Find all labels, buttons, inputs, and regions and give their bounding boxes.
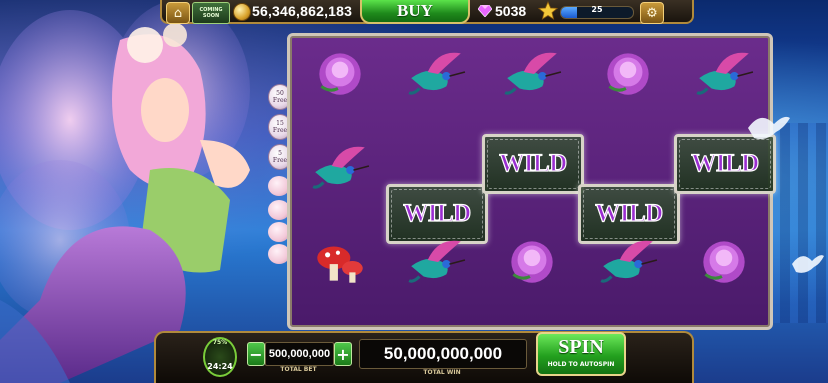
- hummingbird-symbol: [488, 44, 576, 102]
- total-bet-label: TOTAL BET: [280, 366, 317, 373]
- mushroom-symbol: [296, 232, 384, 290]
- hummingbird-icon: [312, 146, 370, 189]
- peony-symbol: [584, 44, 672, 102]
- hummingbird-icon: [504, 52, 562, 95]
- peony-icon: [607, 53, 649, 95]
- buy-button[interactable]: BUY: [360, 0, 470, 24]
- free-unit: Free: [272, 97, 288, 104]
- bonus-percent: 75%: [212, 339, 228, 346]
- peony-icon: [703, 241, 745, 283]
- hummingbird-symbol: [392, 232, 480, 290]
- gear-icon: ⚙: [646, 5, 658, 21]
- free-count: 50: [276, 90, 284, 97]
- gem-icon: [478, 5, 492, 17]
- hummingbird-symbol: [680, 44, 768, 102]
- slot-reels: WILD WILD WILD WILD: [287, 33, 776, 330]
- peony-symbol: [488, 232, 576, 290]
- total-win-value: 50,000,000,000: [359, 339, 527, 369]
- hummingbird-icon: [408, 240, 466, 283]
- hummingbird-symbol: [296, 138, 384, 196]
- white-dove-icon: [748, 116, 790, 140]
- gem-balance: 5038: [495, 3, 527, 19]
- wild-symbol: WILD: [482, 134, 584, 194]
- peony-symbol: [296, 44, 384, 102]
- total-bet-value: 500,000,000: [265, 342, 334, 366]
- white-dove-icon: [792, 255, 824, 273]
- coming-soon-badge: COMING SOON: [192, 2, 230, 24]
- level-number: 25: [591, 5, 603, 14]
- bonus-countdown: 24:24: [207, 362, 233, 371]
- coin-balance: 56,346,862,183: [252, 3, 353, 19]
- fairy-character-illustration: [0, 0, 250, 383]
- free-count: 15: [276, 120, 284, 127]
- mushroom-icon: [317, 246, 363, 283]
- hummingbird-icon: [408, 52, 466, 95]
- hummingbird-symbol: [392, 44, 480, 102]
- peony-icon: [511, 241, 553, 283]
- increase-bet-button[interactable]: +: [334, 342, 352, 366]
- free-unit: Free: [272, 127, 288, 134]
- settings-button[interactable]: ⚙: [640, 2, 664, 24]
- home-icon: ⌂: [173, 5, 183, 21]
- home-button[interactable]: ⌂: [166, 2, 190, 24]
- peony-symbol: [680, 232, 768, 290]
- coin-icon: [233, 3, 251, 21]
- free-count: 5: [278, 150, 282, 157]
- star-icon: [538, 1, 558, 20]
- hummingbird-icon: [600, 240, 658, 283]
- free-unit: Free: [272, 157, 288, 164]
- peony-icon: [319, 53, 361, 95]
- hummingbird-symbol: [584, 232, 672, 290]
- autospin-hint: HOLD TO AUTOSPIN: [547, 361, 615, 368]
- decrease-bet-button[interactable]: −: [247, 342, 265, 366]
- hummingbird-icon: [696, 52, 754, 95]
- total-win-label: TOTAL WIN: [423, 369, 461, 376]
- spin-label[interactable]: SPIN: [536, 336, 626, 359]
